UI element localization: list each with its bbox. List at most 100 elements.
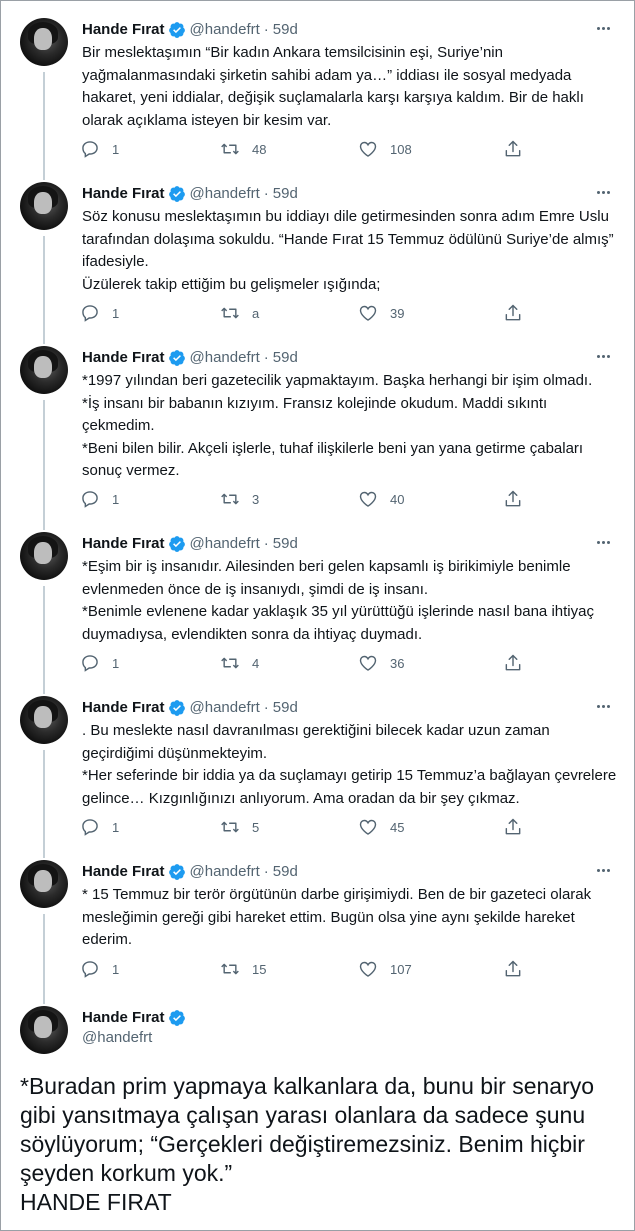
separator-dot: · <box>263 21 269 38</box>
tweet-time[interactable]: 59d <box>273 348 298 368</box>
retweet-button[interactable]: a <box>220 302 259 324</box>
reply-button[interactable]: 1 <box>80 652 119 674</box>
like-button[interactable]: 39 <box>358 302 404 324</box>
author-name[interactable]: Hande Fırat <box>82 20 165 40</box>
share-button[interactable] <box>503 958 523 980</box>
tweet-paragraph: Söz konusu meslektaşımın bu iddiayı dile… <box>82 208 614 270</box>
share-button[interactable] <box>503 138 523 160</box>
reply-button[interactable]: 1 <box>80 958 119 980</box>
like-icon <box>359 305 377 321</box>
retweet-button[interactable]: 3 <box>220 488 259 510</box>
reply-button[interactable]: 1 <box>80 816 119 838</box>
final-tweet[interactable]: Hande Fırat @handefrt *Buradan prim yapm… <box>0 1006 635 1231</box>
avatar[interactable] <box>20 1006 68 1054</box>
like-icon <box>359 141 377 157</box>
retweet-count: 15 <box>252 961 267 977</box>
tweet-header: Hande Fırat @handefrt · 59d <box>82 698 298 718</box>
tweet[interactable]: Hande Fırat @handefrt · 59d *Eşim bir iş ins… <box>0 532 635 682</box>
retweet-button[interactable]: 4 <box>220 652 259 674</box>
tweet-text: . Bu meslekte nasıl davranılması gerekti… <box>82 720 622 810</box>
tweet-actions: 1 3 40 <box>80 488 540 510</box>
verified-badge-icon <box>168 350 185 366</box>
avatar[interactable] <box>20 532 68 580</box>
more-options-icon[interactable] <box>591 532 615 552</box>
author-handle[interactable]: @handefrt <box>190 862 260 882</box>
like-button[interactable]: 107 <box>358 958 412 980</box>
author-handle[interactable]: @handefrt <box>190 184 260 204</box>
avatar[interactable] <box>20 696 68 744</box>
tweet-time[interactable]: 59d <box>273 184 298 204</box>
tweet-actions: 1 48 108 <box>80 138 540 160</box>
like-count: 107 <box>390 961 412 977</box>
separator-dot: · <box>263 535 269 552</box>
like-count: 36 <box>390 655 405 671</box>
more-options-icon[interactable] <box>591 182 615 202</box>
share-button[interactable] <box>503 652 523 674</box>
verified-badge-icon <box>168 186 185 202</box>
tweet-header: Hande Fırat @handefrt · 59d <box>82 862 298 882</box>
author-name[interactable]: Hande Fırat <box>82 184 165 204</box>
tweet[interactable]: Hande Fırat @handefrt · 59d . Bu meslekte na… <box>0 696 635 846</box>
retweet-button[interactable]: 48 <box>220 138 266 160</box>
tweet-header: Hande Fırat @handefrt · 59d <box>82 348 298 368</box>
tweet-time[interactable]: 59d <box>273 862 298 882</box>
author-handle[interactable]: @handefrt <box>190 698 260 718</box>
author-handle[interactable]: @handefrt <box>82 1028 190 1048</box>
more-options-icon[interactable] <box>591 860 615 880</box>
like-icon <box>359 655 377 671</box>
avatar[interactable] <box>20 346 68 394</box>
like-button[interactable]: 40 <box>358 488 404 510</box>
tweet-text: *Eşim bir iş insanıdır. Ailesinden beri … <box>82 556 622 646</box>
retweet-icon <box>221 143 239 155</box>
author-handle[interactable]: @handefrt <box>190 20 260 40</box>
tweet-time[interactable]: 59d <box>273 20 298 40</box>
retweet-count: 3 <box>252 491 260 507</box>
like-button[interactable]: 36 <box>358 652 404 674</box>
tweet-time[interactable]: 59d <box>273 698 298 718</box>
reply-button[interactable]: 1 <box>80 138 119 160</box>
share-icon <box>505 140 521 157</box>
verified-badge-icon <box>168 22 185 38</box>
tweet-text: *1997 yılından beri gazetecilik yapmakta… <box>82 370 622 483</box>
more-options-icon[interactable] <box>591 696 615 716</box>
like-count: 40 <box>390 491 405 507</box>
retweet-count: 5 <box>252 819 260 835</box>
author-handle[interactable]: @handefrt <box>190 534 260 554</box>
reply-button[interactable]: 1 <box>80 302 119 324</box>
tweet-paragraph: *Benimle evlenene kadar yaklaşık 35 yıl … <box>82 603 594 643</box>
avatar[interactable] <box>20 182 68 230</box>
tweet-header: Hande Fırat @handefrt · 59d <box>82 534 298 554</box>
more-options-icon[interactable] <box>591 346 615 366</box>
avatar[interactable] <box>20 18 68 66</box>
reply-button[interactable]: 1 <box>80 488 119 510</box>
author-name[interactable]: Hande Fırat <box>82 348 165 368</box>
separator-dot: · <box>263 185 269 202</box>
tweet-text: Söz konusu meslektaşımın bu iddiayı dile… <box>82 206 622 296</box>
like-button[interactable]: 108 <box>358 138 412 160</box>
tweet[interactable]: Hande Fırat @handefrt · 59d Bir meslektaşımı… <box>0 18 635 168</box>
separator-dot: · <box>263 863 269 880</box>
verified-badge-icon <box>168 536 185 552</box>
share-icon <box>505 818 521 835</box>
share-button[interactable] <box>503 816 523 838</box>
tweet-paragraph: *İş insanı bir babanın kızıyım. Fransız … <box>82 394 548 435</box>
author-name[interactable]: Hande Fırat <box>82 698 165 718</box>
retweet-button[interactable]: 5 <box>220 816 259 838</box>
more-options-icon[interactable] <box>591 18 615 38</box>
retweet-icon <box>221 821 239 833</box>
tweet[interactable]: Hande Fırat @handefrt · 59d *1997 yılından b… <box>0 346 635 518</box>
share-button[interactable] <box>503 488 523 510</box>
author-handle[interactable]: @handefrt <box>190 348 260 368</box>
share-button[interactable] <box>503 302 523 324</box>
author-name[interactable]: Hande Fırat <box>82 862 165 882</box>
like-button[interactable]: 45 <box>358 816 404 838</box>
share-icon <box>505 654 521 671</box>
retweet-button[interactable]: 15 <box>220 958 266 980</box>
tweet[interactable]: Hande Fırat @handefrt · 59d * 15 Temmuz bir … <box>0 860 635 988</box>
reply-count: 1 <box>112 961 120 977</box>
tweet[interactable]: Hande Fırat @handefrt · 59d Söz konusu mesle… <box>0 182 635 332</box>
author-name[interactable]: Hande Fırat <box>82 534 165 554</box>
tweet-time[interactable]: 59d <box>273 534 298 554</box>
author-name[interactable]: Hande Fırat <box>82 1008 165 1028</box>
avatar[interactable] <box>20 860 68 908</box>
